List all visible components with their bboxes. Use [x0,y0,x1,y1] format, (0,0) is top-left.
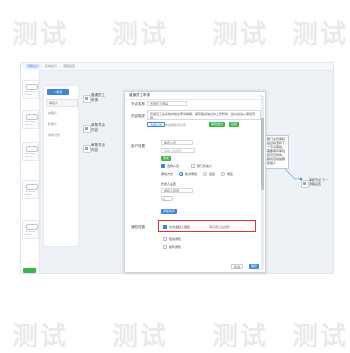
app-top-bar: 流程设计 表单设计 流程设置 [21,63,333,71]
flow-description-box[interactable]: 部门主管审核后自动流转下一节点审批，需要填写审批意见及附件，超时自动提醒处理人 [265,135,289,169]
toggle-pill[interactable] [26,146,38,152]
flow-node-label: 普通员工 申请 [91,93,105,102]
notify-label: 通知设置 [131,225,145,229]
card-line [25,124,32,125]
add-condition-button[interactable]: 添加条件 [161,209,178,214]
list-item[interactable]: 办理人 [46,110,76,116]
flow-node-icon[interactable] [83,95,91,103]
card-line [25,194,32,195]
checkbox-label: 部门负责人 [197,164,213,168]
flow-node-label: 审核节点 内容 [91,143,105,152]
sidebar-card[interactable] [22,142,39,161]
checkbox-email[interactable] [163,245,167,249]
add-user-button[interactable]: 添加 [161,156,172,161]
list-item[interactable]: 抄送人 [46,121,76,127]
watermark-text: 测试 [112,322,169,352]
card-line [25,231,35,232]
sidebar-green-button[interactable] [23,268,36,273]
toggle-pill[interactable] [26,184,38,190]
flow-node-label: 审核节点 下一 流程设置 [309,178,328,186]
desc-textarea[interactable]: 普通员工在系统中提交申请单据，填写相关信息并上传附件，提交后进入审批流程… [147,110,261,120]
sidebar-card[interactable] [22,110,39,129]
card-line [25,234,32,235]
watermark-text: 测试 [292,322,349,352]
user-settings-label: 用户设置 [131,144,145,148]
user-search-input[interactable]: 请输入关键字 [161,148,195,153]
dialog-scrollbar[interactable] [261,96,264,270]
card-line [25,191,35,192]
approve-button[interactable]: 审批通过 [209,122,226,127]
cancel-button[interactable]: 取消 [231,264,244,269]
toggle-pill[interactable] [26,114,38,120]
watermark-text: 测试 [292,20,349,50]
flow-node-icon[interactable] [83,125,91,133]
cc-label: 抄送人设置 [161,182,177,186]
dialog-header: 普通员工申请 × [125,92,265,100]
list-add-button[interactable]: + 新增 [47,89,69,95]
cc-select[interactable]: 发起人自选 [161,188,193,193]
checkbox-dept-head[interactable] [191,164,195,168]
checkbox-label: 邮件通知 [169,245,182,249]
card-line [25,121,35,122]
sidebar-card[interactable] [22,220,39,239]
card-line [25,153,35,154]
cc-toggle[interactable] [161,196,173,201]
tab-form-design[interactable]: 表单设计 [43,64,59,69]
radio-countersign[interactable] [203,172,207,176]
watermark-text: 测试 [12,20,69,50]
node-name-input[interactable]: 普通员工申请 [147,101,187,106]
card-line [25,94,32,95]
toggle-pill[interactable] [26,224,38,230]
checkbox-label: 短信通知 [169,237,182,241]
dialog-container: 普通员工申请 × 节点名称 普通员工申请 内容描述 普通员工在系统中提交申请单据… [124,91,266,273]
reject-button[interactable]: 驳回 [229,122,240,127]
list-item[interactable]: 条件分支 [46,132,76,138]
upload-button[interactable]: 选择文件 [147,122,166,127]
flow-node-icon[interactable] [301,180,309,188]
checkbox-label: 选择人员 [167,164,180,168]
user-type-select[interactable]: 指定人员 [161,140,193,145]
sidebar-card[interactable] [22,80,39,99]
watermark-text: 测试 [12,322,69,352]
watermark-text: 测试 [212,322,269,352]
radio-label: 或签 [227,172,234,176]
radio-or-sign[interactable] [221,172,225,176]
card-line [25,91,35,92]
node-list-panel: + 新增 审批人 办理人 抄送人 条件分支 [43,85,79,247]
watermark-text: 测试 [212,20,269,50]
node-name-label: 节点名称 [131,102,145,106]
tab-flow-settings[interactable]: 流程设置 [61,64,77,69]
list-item[interactable]: 审批人 [46,99,78,107]
flow-node-icon[interactable] [83,145,91,153]
left-sidebar [21,70,40,273]
watermark-text: 测试 [112,20,169,50]
card-line [25,156,32,157]
tab-flow-design[interactable]: 流程设计 [25,64,42,69]
upload-hint: 未选择任何文件 [165,123,187,127]
checkbox-sms[interactable] [163,237,167,241]
approval-mode-label: 审批方式 [161,172,174,176]
radio-label: 会签 [209,172,216,176]
confirm-button[interactable]: 确定 [249,264,260,269]
highlight-box [158,220,256,232]
dialog-title: 普通员工申请 [129,93,150,97]
radio-sequential[interactable] [179,172,183,176]
toggle-pill[interactable] [26,84,38,90]
checkbox-select-user[interactable] [161,164,165,168]
radio-label: 依次审批 [185,172,198,176]
sidebar-card[interactable] [22,180,39,199]
flow-node-label: 审核节点 内容 [91,123,105,132]
desc-label: 内容描述 [131,114,145,118]
scrollbar-thumb[interactable] [261,118,264,190]
